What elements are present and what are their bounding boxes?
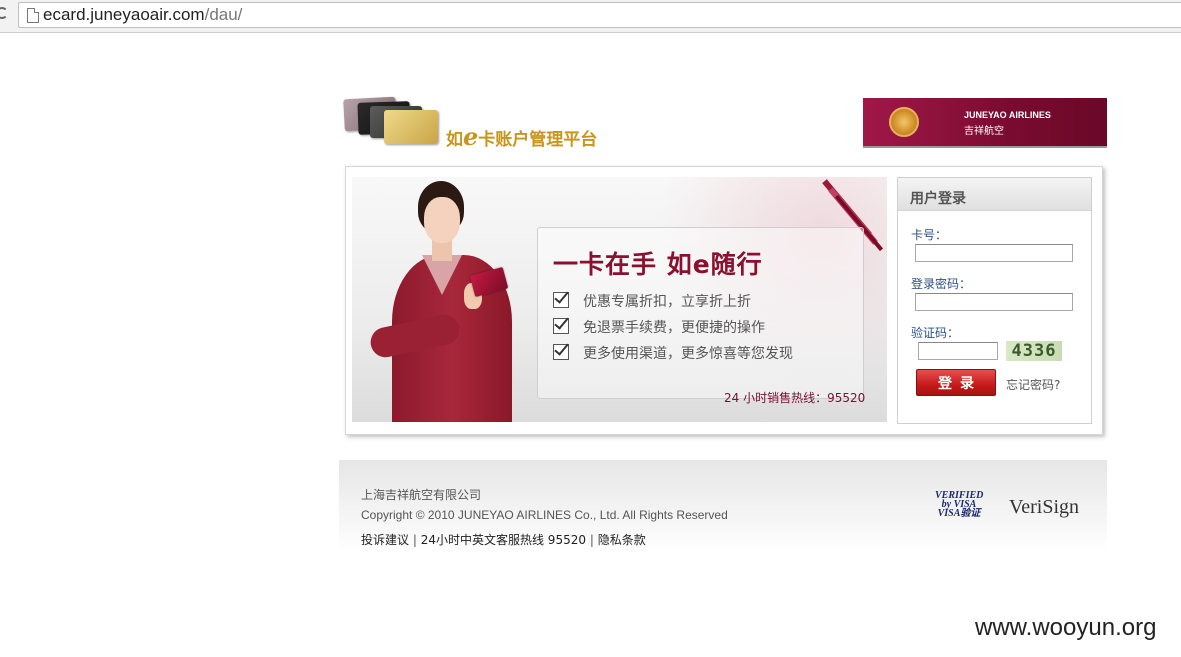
privacy-link[interactable]: 隐私条款 <box>598 533 646 547</box>
platform-title: 如e卡账户管理平台 <box>446 122 597 151</box>
feature-text: 优惠专属折扣，立享折上折 <box>583 294 751 310</box>
url-domain: ecard.juneyaoair.com <box>43 5 205 24</box>
feature-item: 免退票手续费，更便捷的操作 <box>553 317 765 337</box>
promo-banner: 一卡在手 如e随行 优惠专属折扣，立享折上折 免退票手续费，更便捷的操作 更多使… <box>352 177 887 422</box>
page-icon <box>27 8 39 23</box>
login-panel: 用户登录 卡号： 登录密码： 验证码： 4336 登录 忘记密码? <box>897 177 1092 424</box>
flight-attendant-image <box>367 181 520 422</box>
captcha-label: 验证码： <box>911 326 960 340</box>
checkbox-icon <box>553 292 569 308</box>
login-button[interactable]: 登录 <box>916 369 996 396</box>
checkbox-icon <box>553 344 569 360</box>
airline-emblem-icon <box>889 107 919 137</box>
hotline-link[interactable]: 24小时中英文客服热线 95520 <box>421 533 586 547</box>
checkbox-icon <box>553 318 569 334</box>
url-path: /dau/ <box>204 5 243 24</box>
verified-by-visa-badge[interactable]: VERIFIED by VISA VISA验证 <box>935 491 983 519</box>
login-header: 用户登录 <box>898 178 1091 211</box>
url-input[interactable]: ecard.juneyaoair.com/dau/ <box>18 2 1181 28</box>
forgot-password-link[interactable]: 忘记密码? <box>1006 376 1060 393</box>
browser-address-bar: ecard.juneyaoair.com/dau/ <box>0 0 1181 33</box>
card-image <box>384 110 438 144</box>
copyright-text: Copyright © 2010 JUNEYAO AIRLINES Co., L… <box>361 508 728 522</box>
complaint-link[interactable]: 投诉建议 <box>361 533 409 547</box>
airline-name-cn: 吉祥航空 <box>964 126 1004 137</box>
password-label: 登录密码： <box>911 277 972 291</box>
verisign-badge[interactable]: VeriSign <box>1009 496 1079 519</box>
card-number-label: 卡号： <box>911 228 948 242</box>
airline-logo-banner[interactable]: JUNEYAO AIRLINES 吉祥航空 <box>863 98 1107 148</box>
reload-icon[interactable] <box>0 7 8 19</box>
visa-badge-line: VISA验证 <box>937 508 981 519</box>
platform-title-prefix: 如 <box>446 130 463 150</box>
footer: 上海吉祥航空有限公司 Copyright © 2010 JUNEYAO AIRL… <box>339 460 1107 552</box>
main-panel: 一卡在手 如e随行 优惠专属折扣，立享折上折 免退票手续费，更便捷的操作 更多使… <box>345 166 1103 435</box>
login-title: 用户登录 <box>910 191 966 207</box>
platform-title-e: e <box>463 122 479 151</box>
promo-slogan: 一卡在手 如e随行 <box>553 250 763 279</box>
feature-item: 更多使用渠道，更多惊喜等您发现 <box>553 343 793 363</box>
captcha-image[interactable]: 4336 <box>1006 341 1062 361</box>
feature-text: 更多使用渠道，更多惊喜等您发现 <box>583 346 793 362</box>
sales-hotline: 24 小时销售热线：95520 <box>724 391 866 405</box>
link-separator: | <box>589 533 594 547</box>
platform-title-suffix: 卡账户管理平台 <box>478 130 598 150</box>
feature-item: 优惠专属折扣，立享折上折 <box>553 291 751 311</box>
password-input[interactable] <box>915 293 1073 311</box>
card-number-input[interactable] <box>915 244 1073 262</box>
cards-logo-image <box>343 96 439 146</box>
captcha-input[interactable] <box>918 342 998 360</box>
company-name: 上海吉祥航空有限公司 <box>361 488 482 502</box>
footer-links: 投诉建议 | 24小时中英文客服热线 95520 | 隐私条款 <box>361 531 646 548</box>
url-text: ecard.juneyaoair.com/dau/ <box>43 5 242 25</box>
feature-text: 免退票手续费，更便捷的操作 <box>583 320 765 336</box>
watermark-text: www.wooyun.org <box>975 614 1157 641</box>
link-separator: | <box>412 533 417 547</box>
airline-name-en: JUNEYAO AIRLINES <box>964 110 1051 120</box>
